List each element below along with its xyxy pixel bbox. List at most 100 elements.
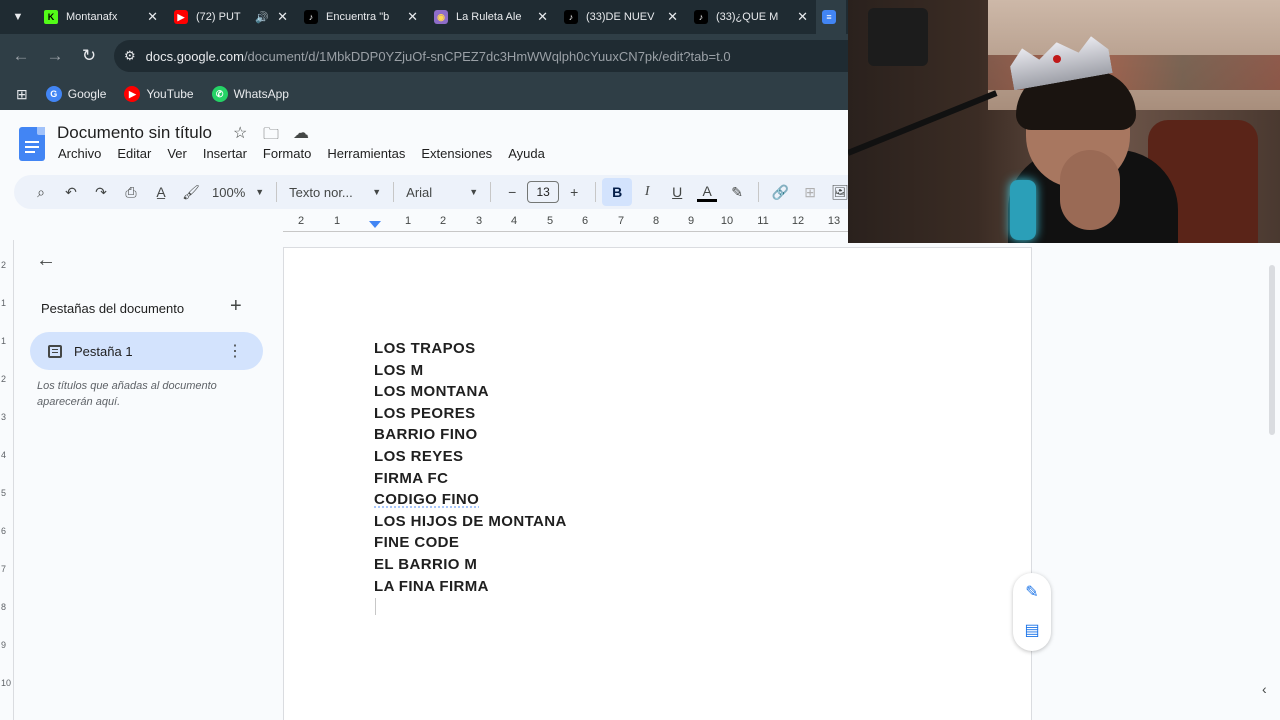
decrease-font-size-icon[interactable]: −	[497, 178, 527, 206]
add-tab-icon[interactable]: +	[230, 295, 242, 318]
chevron-down-icon: ▼	[372, 187, 382, 197]
webcam-person-hand	[1060, 150, 1120, 230]
document-line[interactable]: LA FINA FIRMA	[374, 576, 567, 598]
speaker-icon[interactable]: 🔊	[255, 11, 269, 24]
increase-font-size-icon[interactable]: +	[559, 178, 589, 206]
document-line[interactable]: LOS REYES	[374, 446, 567, 468]
browser-tab[interactable]: ▶ (72) PUT 🔊 ✕	[166, 0, 296, 34]
paint-format-icon[interactable]: 🖌	[176, 178, 206, 206]
redo-icon[interactable]: ↷	[86, 178, 116, 206]
more-options-icon[interactable]: ⋮	[227, 341, 243, 361]
tab-title: (72) PUT	[196, 11, 241, 23]
menu-item-ver[interactable]: Ver	[159, 146, 195, 161]
ruler-number: 11	[757, 215, 769, 227]
paragraph-style-select[interactable]: Texto nor... ▼	[283, 178, 387, 206]
document-line[interactable]: FINE CODE	[374, 532, 567, 554]
url-path: /document/d/1MbkDDP0YZjuOf-snCPEZ7dc3HmW…	[243, 48, 731, 64]
close-sidebar-arrow-icon[interactable]: ←	[36, 249, 56, 272]
bookmark-label: Google	[67, 87, 107, 101]
document-title[interactable]: Documento sin título	[57, 123, 212, 143]
document-line[interactable]: FIRMA FC	[374, 468, 567, 490]
vruler-number: 1	[1, 336, 7, 346]
close-tab-icon[interactable]: ✕	[667, 9, 678, 25]
print-icon[interactable]: ⎙	[116, 178, 146, 206]
document-line[interactable]: CODIGO FINO	[374, 489, 567, 511]
tab-google-docs[interactable]: ≡	[816, 0, 846, 34]
tab-favicon-icon: K	[44, 10, 58, 24]
bold-button[interactable]: B	[602, 178, 633, 206]
bookmark-youtube[interactable]: ▶ YouTube	[116, 81, 201, 107]
star-icon[interactable]: ☆	[233, 123, 247, 143]
ruler-number: 6	[581, 215, 589, 227]
spellcheck-icon[interactable]: A̲	[146, 178, 176, 206]
browser-tab[interactable]: ♪ (33)¿QUE M ✕	[686, 0, 816, 34]
apps-grid-icon[interactable]: ⊞	[10, 81, 34, 107]
menu-item-ayuda[interactable]: Ayuda	[500, 146, 553, 161]
url-host: docs.google.com	[145, 48, 244, 64]
url-field[interactable]: ⚙ docs.google.com /document/d/1MbkDDP0YZ…	[114, 40, 854, 72]
sidebar-item-pestana-1[interactable]: Pestaña 1 ⋮	[30, 332, 263, 370]
document-line[interactable]: LOS HIJOS DE MONTANA	[374, 511, 567, 533]
document-line[interactable]: LOS PEORES	[374, 403, 567, 425]
undo-icon[interactable]: ↶	[56, 178, 86, 206]
vruler-number: 1	[1, 298, 7, 308]
zoom-select[interactable]: 100% ▼	[206, 178, 270, 206]
cloud-status-icon[interactable]: ☁	[293, 123, 309, 143]
docs-logo-icon[interactable]	[19, 127, 45, 161]
menu-item-insertar[interactable]: Insertar	[195, 146, 255, 161]
bookmark-google[interactable]: G Google	[38, 81, 115, 107]
font-size-field[interactable]: 13	[527, 178, 560, 206]
browser-tab[interactable]: ◉ La Ruleta Ale ✕	[426, 0, 556, 34]
vruler-number: 10	[1, 678, 12, 688]
browser-tab[interactable]: ♪ Encuentra "b ✕	[296, 0, 426, 34]
document-line[interactable]: LOS M	[374, 360, 567, 382]
highlight-color-icon[interactable]: ✎	[722, 178, 752, 206]
close-tab-icon[interactable]: ✕	[407, 9, 418, 25]
menu-item-herramientas[interactable]: Herramientas	[319, 146, 413, 161]
vertical-ruler[interactable]: 2 1 1 2 3 4 5 6 7 8 9 10	[0, 240, 14, 720]
vruler-number: 9	[1, 640, 7, 650]
text-color-button[interactable]: A	[697, 182, 718, 202]
underline-button[interactable]: U	[662, 178, 692, 206]
italic-button[interactable]: I	[632, 178, 662, 206]
menu-item-archivo[interactable]: Archivo	[50, 146, 109, 161]
tab-title: (33)¿QUE M	[716, 11, 779, 23]
document-page[interactable]: LOS TRAPOS LOS M LOS MONTANA LOS PEORES BARR…	[283, 247, 1032, 720]
page-scrollbar[interactable]	[1265, 243, 1280, 720]
reload-icon[interactable]: ↻	[72, 39, 106, 73]
show-side-panel-chevron-icon[interactable]: ‹	[1262, 681, 1267, 697]
tab-search-chevron-icon[interactable]: ▼	[0, 0, 36, 34]
back-icon[interactable]: ←	[4, 39, 38, 73]
document-body[interactable]: LOS TRAPOS LOS M LOS MONTANA LOS PEORES BARR…	[374, 338, 567, 597]
font-select[interactable]: Arial ▼	[400, 178, 484, 206]
help-me-write-icon[interactable]: ✎	[1022, 582, 1042, 602]
close-tab-icon[interactable]: ✕	[797, 9, 808, 25]
document-line[interactable]: BARRIO FINO	[374, 424, 567, 446]
add-comment-icon[interactable]: ⊞	[795, 178, 825, 206]
indent-marker-icon[interactable]	[369, 221, 381, 228]
menu-item-editar[interactable]: Editar	[109, 146, 159, 161]
site-info-icon[interactable]: ⚙	[124, 48, 136, 64]
document-line[interactable]: LOS MONTANA	[374, 381, 567, 403]
close-tab-icon[interactable]: ✕	[537, 9, 548, 25]
close-tab-icon[interactable]: ✕	[277, 9, 288, 25]
ruler-number: 3	[475, 215, 483, 227]
insert-link-icon[interactable]: 🔗	[765, 178, 795, 206]
document-line[interactable]: LOS TRAPOS	[374, 338, 567, 360]
add-suggestion-icon[interactable]: ▤	[1022, 620, 1042, 640]
scrollbar-thumb[interactable]	[1269, 265, 1275, 435]
menu-item-formato[interactable]: Formato	[255, 146, 319, 161]
ruler-number: 9	[687, 215, 695, 227]
browser-tab[interactable]: K Montanafx ✕	[36, 0, 166, 34]
search-menus-icon[interactable]: ⌕	[26, 178, 56, 206]
tab-title: La Ruleta Ale	[456, 11, 522, 23]
bookmark-whatsapp[interactable]: ✆ WhatsApp	[204, 81, 297, 107]
menu-item-extensiones[interactable]: Extensiones	[413, 146, 500, 161]
forward-icon[interactable]: →	[38, 39, 72, 73]
close-tab-icon[interactable]: ✕	[147, 9, 158, 25]
horizontal-ruler[interactable]: 2 1 1 2 3 4 5 6 7 8 9 10 11 12 13	[283, 213, 848, 233]
browser-tab[interactable]: ♪ (33)DE NUEV ✕	[556, 0, 686, 34]
toolbar-divider	[393, 182, 395, 202]
font-size-value[interactable]: 13	[527, 181, 560, 203]
document-line[interactable]: EL BARRIO M	[374, 554, 567, 576]
